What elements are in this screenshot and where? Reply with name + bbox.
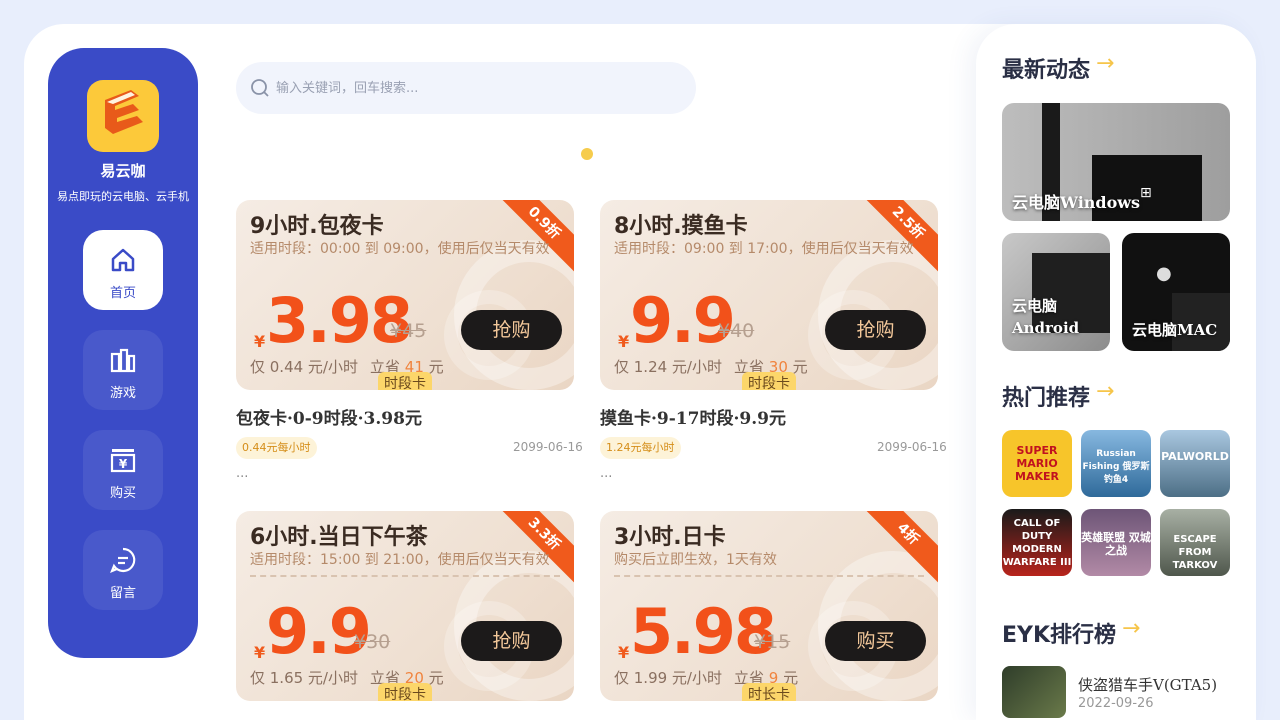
card-subtitle: 适用时段：09:00 到 17:00，使用后仅当天有效	[614, 241, 914, 257]
currency-symbol: ¥	[618, 332, 630, 351]
buy-button[interactable]: 抢购	[825, 310, 926, 350]
savings-suffix: 元	[428, 358, 444, 376]
card-subtitle: 购买后立即生效，1天有效	[614, 552, 777, 568]
card-subtitle: 适用时段：00:00 到 09:00，使用后仅当天有效	[250, 241, 550, 257]
game-title-text: 英雄联盟 双城之战	[1081, 531, 1151, 557]
currency-symbol: ¥	[254, 643, 266, 662]
palworld-icon[interactable]: PALWORLD	[1160, 430, 1230, 497]
arrow-right-icon[interactable]: →	[1096, 51, 1114, 76]
nav-message[interactable]: 留言	[83, 530, 163, 610]
rank-title[interactable]: EYK排行榜	[1002, 617, 1116, 649]
message-icon	[110, 547, 136, 573]
news-tile-mac[interactable]: ● 云电脑MAC	[1122, 233, 1230, 351]
search-bar[interactable]	[236, 62, 696, 114]
nav-purchase[interactable]: ¥ 购买	[83, 430, 163, 510]
card-type-tag: 时长卡	[742, 683, 796, 701]
rank-item-name[interactable]: 侠盗猎车手V(GTA5)	[1078, 674, 1217, 695]
windows-icon: ⊞	[1140, 185, 1152, 201]
card-title: 9小时.包夜卡	[250, 214, 384, 239]
nav-games-label: 游戏	[109, 386, 136, 401]
game-title-text: SUPER MARIO MAKER	[1015, 444, 1059, 483]
product-date: 2099-06-16	[513, 440, 583, 454]
svg-text:¥: ¥	[119, 457, 128, 471]
card-type-tag: 时段卡	[742, 372, 796, 390]
hourly-rate: 仅 1.24 元/小时	[614, 358, 722, 376]
mario-maker-icon[interactable]: SUPER MARIO MAKER	[1002, 430, 1072, 497]
divider	[614, 575, 924, 577]
news-tile-label-line2: Android	[1012, 319, 1080, 337]
purchase-icon: ¥	[110, 449, 136, 473]
hot-title[interactable]: 热门推荐	[1002, 380, 1090, 412]
news-tile-label: 云电脑Windows	[1012, 193, 1141, 212]
brand-name: 易云咖	[100, 162, 146, 180]
russian-fishing-icon[interactable]: Russian Fishing 俄罗斯钓鱼4	[1081, 430, 1151, 497]
nav-message-label: 留言	[109, 586, 136, 601]
news-tile-label-line1: 云电脑	[1012, 297, 1058, 315]
currency-symbol: ¥	[618, 643, 630, 662]
home-icon	[111, 248, 135, 272]
buy-button[interactable]: 购买	[825, 621, 926, 661]
call-of-duty-icon[interactable]: CALL OF DUTY MODERN WARFARE III	[1002, 509, 1072, 576]
brand-tagline: 易点即玩的云电脑、云手机	[57, 190, 189, 203]
product-card[interactable]: 2.5折 8小时.摸鱼卡 适用时段：09:00 到 17:00，使用后仅当天有效…	[600, 200, 938, 390]
product-name[interactable]: 包夜卡·0-9时段·3.98元	[236, 404, 422, 429]
news-tile-label: 云电脑MAC	[1132, 321, 1218, 339]
rank-item-date: 2022-09-26	[1078, 696, 1154, 711]
card-title: 3小时.日卡	[614, 525, 726, 550]
logo[interactable]	[87, 80, 159, 152]
apple-icon: ●	[1156, 263, 1172, 284]
buy-button[interactable]: 抢购	[461, 310, 562, 350]
game-title-text: PALWORLD	[1161, 450, 1229, 463]
buy-button[interactable]: 抢购	[461, 621, 562, 661]
search-icon	[251, 79, 269, 97]
logo-icon	[105, 90, 143, 134]
sidebar: 易云咖 易点即玩的云电脑、云手机 首页 游戏 ¥ 购买 留言	[48, 48, 198, 658]
arrow-right-icon[interactable]: →	[1122, 616, 1140, 641]
league-of-legends-icon[interactable]: 英雄联盟 双城之战	[1081, 509, 1151, 576]
card-type-tag: 时段卡	[378, 683, 432, 701]
card-type-tag: 时段卡	[378, 372, 432, 390]
game-icon	[110, 348, 136, 373]
product-card[interactable]: 3.3折 6小时.当日下午茶 适用时段：15:00 到 21:00，使用后仅当天…	[236, 511, 574, 701]
news-tile-android[interactable]: 云电脑 Android	[1002, 233, 1110, 351]
product-description: ...	[600, 466, 613, 481]
nav-home-label: 首页	[109, 286, 136, 301]
product-description: ...	[236, 466, 249, 481]
hourly-rate: 仅 1.99 元/小时	[614, 669, 722, 687]
product-name[interactable]: 摸鱼卡·9-17时段·9.9元	[600, 404, 786, 429]
divider	[250, 575, 560, 577]
original-price: ¥30	[354, 631, 391, 653]
arrow-right-icon[interactable]: →	[1096, 379, 1114, 404]
nav-games[interactable]: 游戏	[83, 330, 163, 410]
price-pill: 0.44元每小时	[236, 437, 317, 459]
price-pill: 1.24元每小时	[600, 437, 681, 459]
news-tile-windows[interactable]: ⊞ 云电脑Windows	[1002, 103, 1230, 221]
card-subtitle: 适用时段：15:00 到 21:00，使用后仅当天有效	[250, 552, 550, 568]
game-title-text: Russian Fishing 俄罗斯钓鱼4	[1082, 449, 1150, 485]
card-title: 6小时.当日下午茶	[250, 525, 428, 550]
savings-suffix: 元	[428, 669, 444, 687]
currency-symbol: ¥	[254, 332, 266, 351]
search-input[interactable]	[276, 76, 676, 100]
product-card[interactable]: 4折 3小时.日卡 购买后立即生效，1天有效 ¥ 5.98 ¥15 购买 仅 1…	[600, 511, 938, 701]
product-date: 2099-06-16	[877, 440, 947, 454]
hourly-rate: 仅 1.65 元/小时	[250, 669, 358, 687]
hourly-rate: 仅 0.44 元/小时	[250, 358, 358, 376]
product-card[interactable]: 0.9折 9小时.包夜卡 适用时段：00:00 到 09:00，使用后仅当天有效…	[236, 200, 574, 390]
original-price: ¥40	[718, 320, 755, 342]
rank-item-thumbnail[interactable]	[1002, 666, 1066, 718]
card-title: 8小时.摸鱼卡	[614, 214, 748, 239]
nav-home[interactable]: 首页	[83, 230, 163, 310]
carousel-indicator[interactable]	[581, 148, 593, 160]
news-title[interactable]: 最新动态	[1002, 52, 1090, 84]
original-price: ¥45	[390, 320, 427, 342]
nav-purchase-label: 购买	[109, 486, 136, 501]
original-price: ¥15	[754, 631, 791, 653]
tarkov-icon[interactable]: ESCAPE FROM TARKOV	[1160, 509, 1230, 576]
game-title-text: CALL OF DUTY MODERN WARFARE III	[1002, 518, 1072, 568]
savings-suffix: 元	[792, 358, 808, 376]
game-title-text: ESCAPE FROM TARKOV	[1172, 534, 1218, 571]
